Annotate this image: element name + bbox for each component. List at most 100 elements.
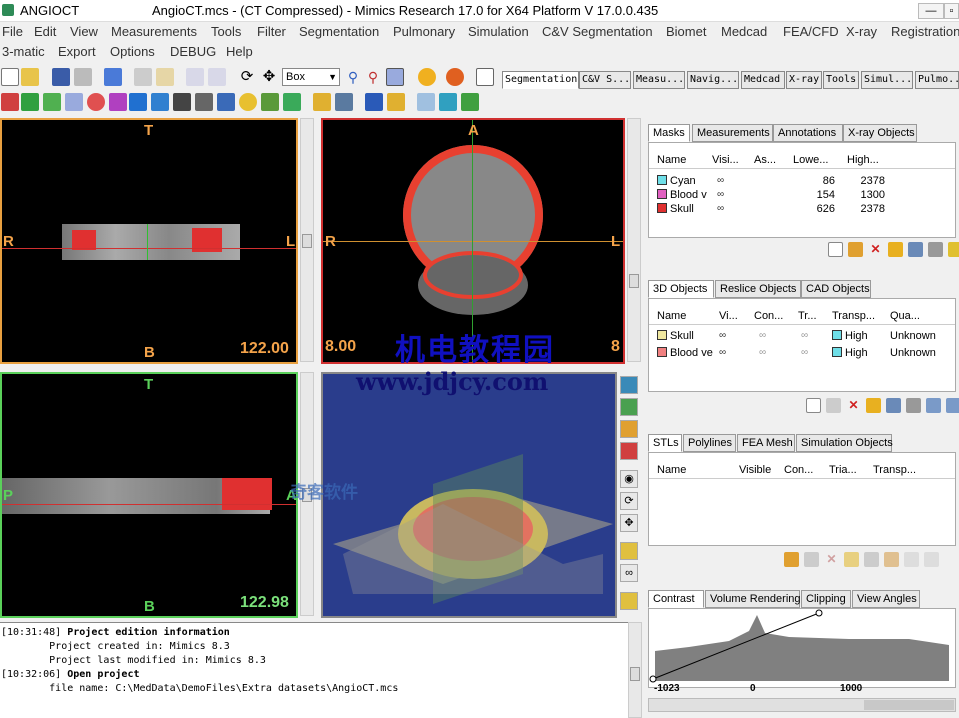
copy-object-icon[interactable]: [826, 398, 841, 413]
export-icon[interactable]: [884, 552, 899, 567]
scroll-thumb[interactable]: [302, 234, 312, 248]
menu-file[interactable]: File: [2, 24, 23, 39]
tab-pulmonary[interactable]: Pulmo...: [915, 71, 959, 89]
crop-mask-icon[interactable]: [43, 93, 61, 111]
axial-view[interactable]: T R L B 122.00: [0, 118, 298, 364]
zoom-icon[interactable]: ⚲: [344, 68, 362, 86]
tab-navigation[interactable]: Navig...: [687, 71, 739, 89]
paste-icon[interactable]: [156, 68, 174, 86]
multiple-slice-edit-icon[interactable]: [195, 93, 213, 111]
triangles-icon[interactable]: ∞: [801, 347, 808, 358]
label-icon[interactable]: [387, 93, 405, 111]
edit-3d-icon[interactable]: [217, 93, 235, 111]
tab-volume-rendering[interactable]: Volume Rendering: [705, 590, 801, 608]
tab-cv-segmentation[interactable]: C&V S...: [579, 71, 631, 89]
menu-cv-segmentation[interactable]: C&V Segmentation: [542, 24, 653, 39]
duplicate-mask-icon[interactable]: [848, 242, 863, 257]
menu-medcad[interactable]: Medcad: [721, 24, 767, 39]
zoom-out-icon[interactable]: ⚲: [364, 68, 382, 86]
split-mask-icon[interactable]: [129, 93, 147, 111]
menu-options[interactable]: Options: [110, 44, 155, 59]
morphology-icon[interactable]: [65, 93, 83, 111]
sagittal-view[interactable]: T P A B 122.98: [0, 372, 298, 618]
col-contour[interactable]: Con...: [784, 464, 813, 476]
threshold-icon[interactable]: [1, 93, 19, 111]
zoom-fit-icon[interactable]: [386, 68, 404, 86]
chart-icon[interactable]: [620, 592, 638, 610]
col-triangles[interactable]: Tria...: [829, 464, 857, 476]
col-contour[interactable]: Con...: [754, 310, 783, 322]
visibility-icon[interactable]: ∞: [717, 189, 724, 200]
delete-icon[interactable]: ✕: [824, 552, 839, 567]
table-row[interactable]: Cyan ∞ 86 2378: [649, 175, 955, 189]
move-icon[interactable]: [926, 398, 941, 413]
tab-segmentation[interactable]: Segmentation: [502, 71, 579, 89]
properties-icon[interactable]: [888, 242, 903, 257]
new-object-icon[interactable]: [806, 398, 821, 413]
hand-icon[interactable]: [417, 93, 435, 111]
new-mask-icon[interactable]: [828, 242, 843, 257]
stack-icon[interactable]: [439, 93, 457, 111]
fill-holes-icon[interactable]: [109, 93, 127, 111]
coronal-scrollbar[interactable]: [627, 118, 641, 362]
selection-mode-select[interactable]: Box ▼: [282, 68, 340, 86]
rotate-3d-icon[interactable]: ⟳: [620, 492, 638, 510]
visibility-icon[interactable]: ∞: [719, 330, 726, 341]
cube-icon[interactable]: [620, 398, 638, 416]
tab-xray-objects[interactable]: X-ray Objects: [843, 124, 917, 142]
delete-icon[interactable]: ✕: [868, 242, 883, 257]
new-stl-icon[interactable]: [784, 552, 799, 567]
contrast-histogram[interactable]: [648, 608, 956, 688]
col-visible[interactable]: Visi...: [712, 154, 739, 166]
edit-mask-icon[interactable]: [173, 93, 191, 111]
tab-3d-objects[interactable]: 3D Objects: [648, 280, 714, 298]
axial-scrollbar[interactable]: [300, 118, 314, 362]
save-icon[interactable]: [52, 68, 70, 86]
col-quality[interactable]: Qua...: [890, 310, 920, 322]
info-icon[interactable]: [418, 68, 436, 86]
orientation-icon[interactable]: [620, 420, 638, 438]
calculate-3d-icon[interactable]: [239, 93, 257, 111]
tab-cad-objects[interactable]: CAD Objects: [801, 280, 871, 298]
menu-export[interactable]: Export: [58, 44, 96, 59]
table-row[interactable]: Skull ∞ ∞ ∞ High Unknown: [649, 330, 955, 344]
smart-fill-icon[interactable]: [151, 93, 169, 111]
tab-stls[interactable]: STLs: [648, 434, 682, 452]
menu-pulmonary[interactable]: Pulmonary: [393, 24, 455, 39]
contour-icon[interactable]: ∞: [759, 330, 766, 341]
properties-icon[interactable]: [844, 552, 859, 567]
tab-measurements[interactable]: Measu...: [633, 71, 685, 89]
contrast-scrollbar[interactable]: [648, 698, 956, 712]
3d-view[interactable]: [321, 372, 617, 618]
import-icon[interactable]: [886, 398, 901, 413]
eye-icon[interactable]: ◉: [620, 470, 638, 488]
tab-clipping[interactable]: Clipping: [801, 590, 851, 608]
copy-icon[interactable]: [134, 68, 152, 86]
new-file-icon[interactable]: [1, 68, 19, 86]
shield-icon[interactable]: [365, 93, 383, 111]
menu-simulation[interactable]: Simulation: [468, 24, 529, 39]
menu-filter[interactable]: Filter: [257, 24, 286, 39]
menu-tools[interactable]: Tools: [211, 24, 241, 39]
tab-xray[interactable]: X-ray: [786, 71, 822, 89]
col-transparency[interactable]: Transp...: [873, 464, 916, 476]
rotate-icon[interactable]: ⟳: [238, 68, 256, 86]
dynamic-grow-icon[interactable]: [261, 93, 279, 111]
properties-icon[interactable]: [866, 398, 881, 413]
export-icon[interactable]: [335, 93, 353, 111]
copy-stl-icon[interactable]: [804, 552, 819, 567]
menu-measurements[interactable]: Measurements: [111, 24, 197, 39]
tab-fea-mesh[interactable]: FEA Mesh: [737, 434, 795, 452]
col-visible[interactable]: Visible: [739, 464, 771, 476]
redo-icon[interactable]: [208, 68, 226, 86]
col-assoc[interactable]: As...: [754, 154, 776, 166]
fit-icon[interactable]: [904, 552, 919, 567]
table-row[interactable]: Blood v ∞ 154 1300: [649, 189, 955, 203]
log-scrollbar[interactable]: [628, 622, 642, 718]
menu-3matic[interactable]: 3-matic: [2, 44, 45, 59]
tab-simulation-objects[interactable]: Simulation Objects: [796, 434, 893, 452]
minimize-button[interactable]: —: [918, 3, 944, 19]
undo-icon[interactable]: [186, 68, 204, 86]
open-folder-icon[interactable]: [21, 68, 39, 86]
col-name[interactable]: Name: [657, 464, 686, 476]
